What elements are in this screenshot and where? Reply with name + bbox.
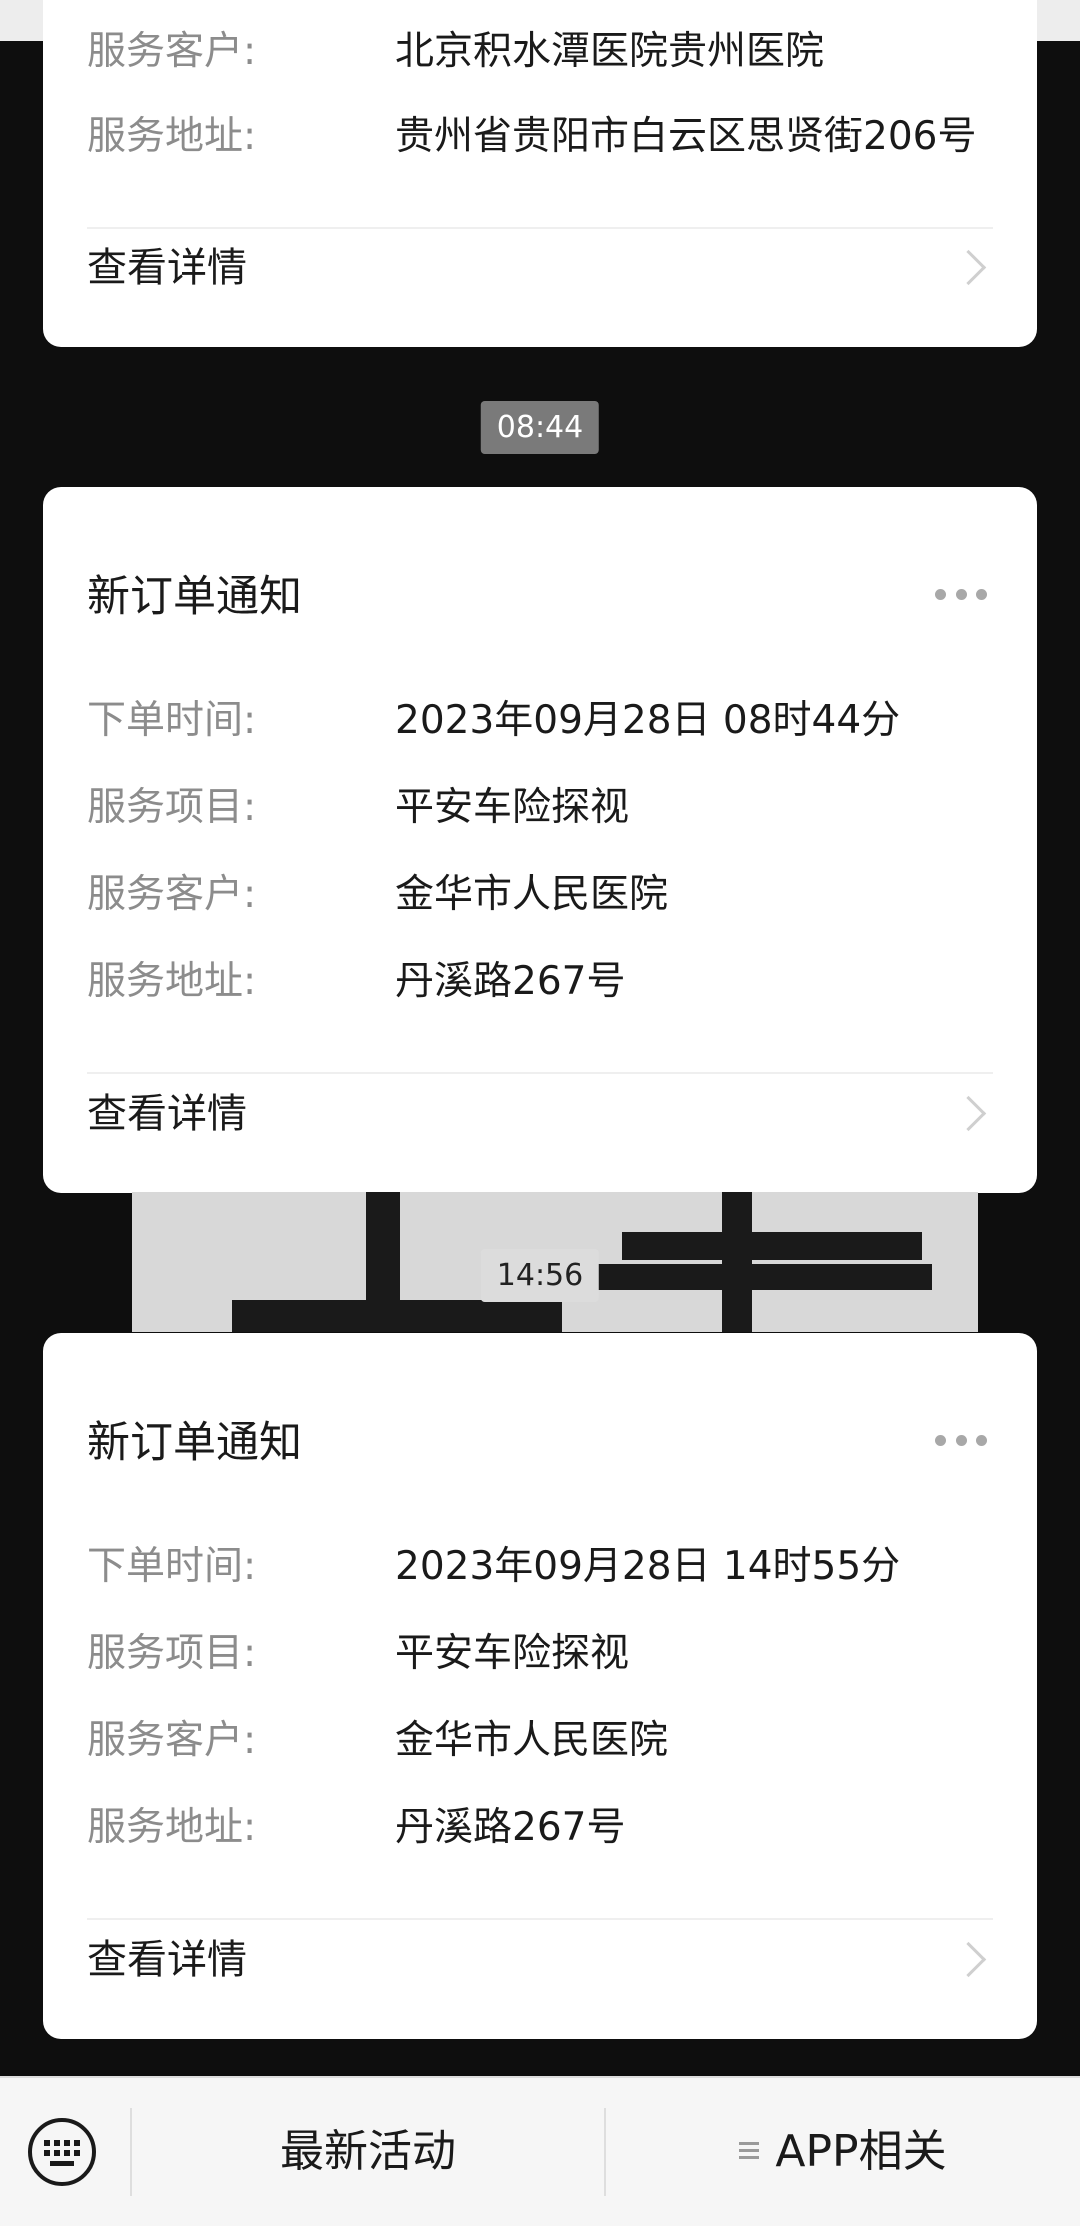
keyboard-icon[interactable] [28, 2118, 96, 2186]
order-card-partial: 服务客户: 北京积水潭医院贵州医院 服务地址: 贵州省贵阳市白云区思贤街206号… [43, 0, 1037, 347]
chevron-right-icon [950, 249, 987, 286]
view-details-label: 查看详情 [87, 1937, 247, 1983]
menu-latest-activity-label: 最新活动 [280, 2126, 456, 2177]
card-row: 服务地址: 丹溪路267号 [87, 957, 997, 1007]
card-row: 服务项目: 平安车险探视 [87, 1629, 997, 1679]
card-row: 服务客户: 北京积水潭医院贵州医院 [87, 27, 997, 77]
row-label: 服务项目: [87, 1631, 257, 1676]
row-value: 贵州省贵阳市白云区思贤街206号 [395, 114, 977, 159]
bottom-menu-bar: 最新活动 APP相关 [0, 2076, 1080, 2226]
order-card: 新订单通知 下单时间: 2023年09月28日 14时55分 服务项目: 平安车… [43, 1333, 1037, 2039]
divider [87, 1072, 993, 1074]
row-label: 服务地址: [87, 1805, 257, 1850]
menu-app-related[interactable]: APP相关 [606, 2078, 1080, 2226]
divider [87, 227, 993, 229]
row-label: 服务地址: [87, 114, 257, 159]
order-card: 新订单通知 下单时间: 2023年09月28日 08时44分 服务项目: 平安车… [43, 487, 1037, 1193]
chevron-right-icon [950, 1941, 987, 1978]
card-row: 服务地址: 丹溪路267号 [87, 1803, 997, 1853]
card-row: 服务地址: 贵州省贵阳市白云区思贤街206号 [87, 112, 997, 162]
row-value: 2023年09月28日 14时55分 [395, 1544, 901, 1589]
chevron-right-icon [950, 1095, 987, 1132]
card-row: 下单时间: 2023年09月28日 14时55分 [87, 1542, 997, 1592]
divider [87, 1918, 993, 1920]
row-label: 服务客户: [87, 1718, 257, 1763]
card-row: 服务客户: 金华市人民医院 [87, 1716, 997, 1766]
card-title: 新订单通知 [87, 572, 302, 622]
view-details-link[interactable]: 查看详情 [87, 238, 997, 298]
card-row: 服务客户: 金华市人民医院 [87, 870, 997, 920]
row-label: 服务客户: [87, 29, 257, 74]
menu-lines-icon [739, 2142, 760, 2160]
more-options-icon[interactable] [935, 1434, 987, 1446]
row-label: 服务客户: [87, 872, 257, 917]
message-timestamp: 08:44 [480, 401, 600, 454]
row-value: 金华市人民医院 [395, 1718, 669, 1763]
message-timestamp: 14:56 [480, 1249, 600, 1302]
row-value: 平安车险探视 [395, 1631, 630, 1676]
row-value: 丹溪路267号 [395, 1805, 626, 1850]
view-details-label: 查看详情 [87, 1091, 247, 1137]
row-value: 金华市人民医院 [395, 872, 669, 917]
more-options-icon[interactable] [935, 588, 987, 600]
card-row: 下单时间: 2023年09月28日 08时44分 [87, 696, 997, 746]
row-value: 2023年09月28日 08时44分 [395, 698, 901, 743]
row-value: 丹溪路267号 [395, 959, 626, 1004]
row-label: 下单时间: [87, 698, 257, 743]
row-value: 北京积水潭医院贵州医院 [395, 29, 825, 74]
menu-latest-activity[interactable]: 最新活动 [132, 2078, 604, 2226]
row-label: 下单时间: [87, 1544, 257, 1589]
row-label: 服务地址: [87, 959, 257, 1004]
view-details-label: 查看详情 [87, 245, 247, 291]
card-title: 新订单通知 [87, 1418, 302, 1468]
view-details-link[interactable]: 查看详情 [87, 1930, 997, 1990]
card-row: 服务项目: 平安车险探视 [87, 783, 997, 833]
row-value: 平安车险探视 [395, 785, 630, 830]
menu-app-related-label: APP相关 [775, 2126, 947, 2177]
view-details-link[interactable]: 查看详情 [87, 1084, 997, 1144]
row-label: 服务项目: [87, 785, 257, 830]
